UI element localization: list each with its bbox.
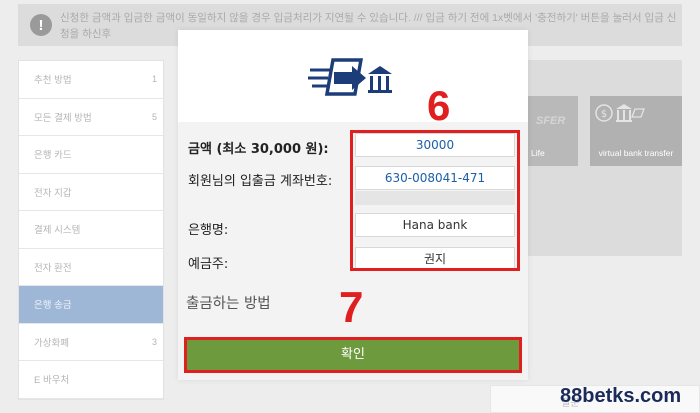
confirm-button[interactable]: 확인 bbox=[184, 337, 522, 373]
sidebar-item-label: 전자 지갑 bbox=[34, 187, 72, 199]
sidebar-item-bank-card[interactable]: 은행 카드 bbox=[19, 136, 163, 174]
sidebar-item-e-exchange[interactable]: 전자 환전 bbox=[19, 249, 163, 286]
sidebar-item-recommended[interactable]: 추천 방법 1 bbox=[19, 61, 163, 99]
sidebar-item-label: 가상화폐 bbox=[34, 337, 69, 349]
sidebar-item-count: 1 bbox=[151, 74, 157, 85]
sidebar-item-label: 은행 카드 bbox=[34, 150, 72, 162]
withdraw-method-title[interactable]: 출금하는 방법 bbox=[186, 292, 271, 313]
tile-caption: virtual bank transfer bbox=[598, 148, 674, 158]
sidebar-item-all-methods[interactable]: 모든 결제 방법 5 bbox=[19, 99, 163, 136]
step-marker-7: 7 bbox=[339, 283, 364, 332]
modal-header bbox=[178, 30, 528, 122]
tile-caption: Life bbox=[531, 148, 545, 158]
account-holder-label: 예금주: bbox=[188, 257, 229, 272]
watermark: 88betks.com bbox=[560, 385, 682, 407]
account-label: 회원님의 입출금 계좌번호: bbox=[188, 174, 333, 189]
sidebar-item-payment-system[interactable]: 결제 시스템 bbox=[19, 211, 163, 249]
sidebar-item-bank-transfer[interactable]: 은행 송금 bbox=[19, 286, 163, 324]
sidebar-item-e-wallet[interactable]: 전자 지갑 bbox=[19, 174, 163, 211]
sidebar-item-label: E 바우처 bbox=[34, 375, 70, 387]
payment-method-sidebar: 추천 방법 1 모든 결제 방법 5 은행 카드 전자 지갑 결제 시스템 전자… bbox=[18, 60, 164, 400]
highlight-box-fields bbox=[350, 130, 520, 271]
step-marker-6: 6 bbox=[427, 82, 451, 129]
virtual-bank-icon: $ bbox=[595, 104, 645, 122]
sidebar-item-label: 모든 결제 방법 bbox=[34, 112, 92, 124]
sidebar-item-label: 전자 환전 bbox=[34, 262, 72, 274]
sidebar-item-crypto[interactable]: 가상화폐 3 bbox=[19, 324, 163, 361]
sidebar-item-label: 결제 시스템 bbox=[34, 225, 81, 237]
amount-label: 금액 (최소 30,000 원): bbox=[188, 142, 329, 157]
bank-name-label: 은행명: bbox=[188, 223, 229, 238]
exclamation-icon: ! bbox=[30, 14, 52, 36]
tile-logo-text: SFER bbox=[536, 115, 566, 127]
sidebar-item-count: 3 bbox=[151, 336, 157, 347]
sidebar-item-label: 은행 송금 bbox=[34, 300, 72, 312]
bank-transfer-icon bbox=[308, 58, 392, 96]
svg-text:$: $ bbox=[601, 109, 607, 120]
sidebar-item-label: 추천 방법 bbox=[34, 75, 72, 87]
sidebar-item-e-voucher[interactable]: E 바우처 bbox=[19, 361, 163, 399]
sidebar-item-count: 5 bbox=[151, 111, 157, 122]
